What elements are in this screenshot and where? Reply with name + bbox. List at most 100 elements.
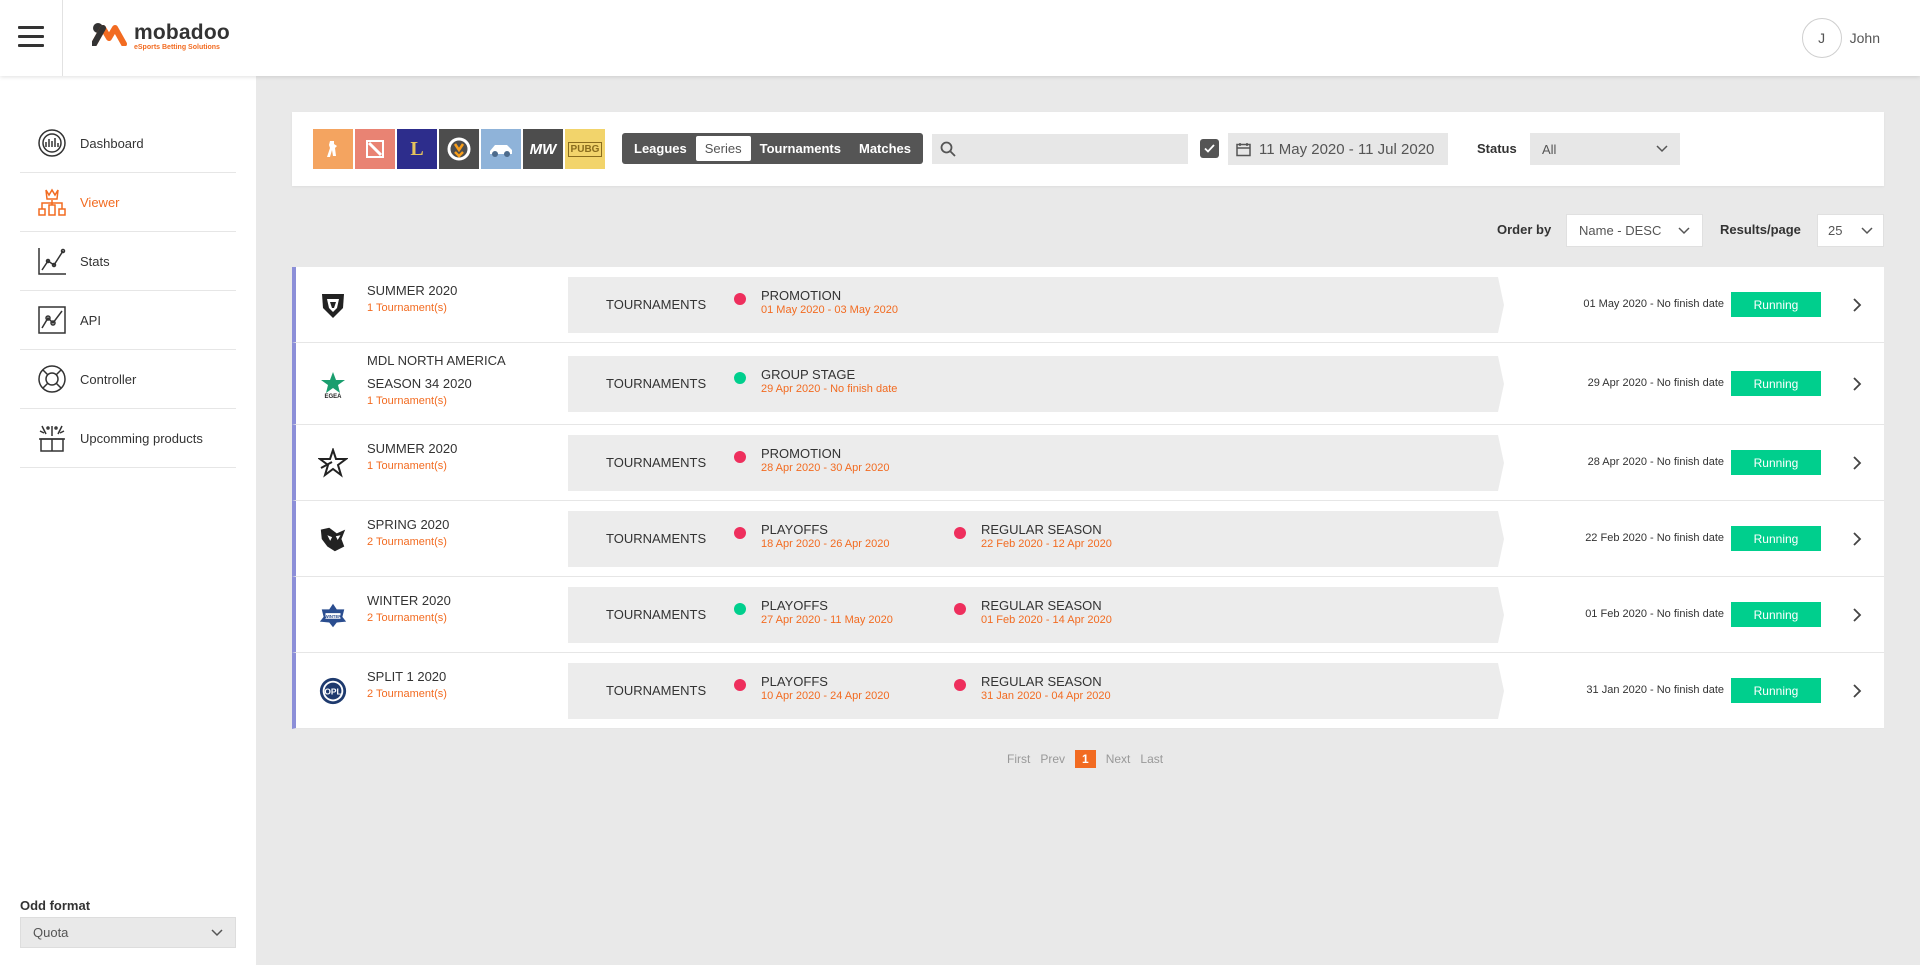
status-badge[interactable]: Running [1731,526,1821,551]
phase-item[interactable]: GROUP STAGE 29 Apr 2020 - No finish date [734,366,897,395]
phase-name: PLAYOFFS [761,522,828,537]
results-per-page-select[interactable]: 25 [1817,214,1884,247]
user-menu[interactable]: J John [1801,18,1880,58]
phase-item[interactable]: REGULAR SEASON 01 Feb 2020 - 14 Apr 2020 [954,597,1112,626]
tab-matches[interactable]: Matches [850,136,920,161]
pubg-icon: PUBG [567,141,603,157]
status-badge[interactable]: Running [1731,450,1821,475]
chevron-right-icon[interactable] [1850,456,1864,470]
chevron-right-icon[interactable] [1850,532,1864,546]
status-badge[interactable]: Running [1731,602,1821,627]
status-select[interactable]: All [1530,133,1680,165]
search-box [932,134,1188,164]
status-badge[interactable]: Running [1731,371,1821,396]
phase-item[interactable]: PLAYOFFS 18 Apr 2020 - 26 Apr 2020 [734,521,889,550]
tab-leagues[interactable]: Leagues [625,136,696,161]
phase-item[interactable]: REGULAR SEASON 22 Feb 2020 - 12 Apr 2020 [954,521,1112,550]
series-title: SUMMER 2020 1 Tournament(s) [367,279,527,314]
chevron-right-icon[interactable] [1850,608,1864,622]
pagination-prev[interactable]: Prev [1040,752,1065,766]
status-dot-icon [734,372,746,384]
chevron-down-icon [1678,226,1690,234]
tab-series[interactable]: Series [695,136,751,161]
chevron-right-icon[interactable] [1850,684,1864,698]
overwatch-icon [447,137,471,161]
tournament-count: 1 Tournament(s) [367,460,447,472]
date-filter-checkbox[interactable] [1200,139,1219,158]
status-badge[interactable]: Running [1731,678,1821,703]
series-date-range: 29 Apr 2020 - No finish date [1587,377,1724,389]
status-dot-icon [954,527,966,539]
brand-tagline: eSports Betting Solutions [134,44,220,51]
top-bar: mobadoo eSports Betting Solutions J John [0,0,1920,76]
odd-format-select[interactable]: Quota [20,917,236,948]
pagination-first[interactable]: First [1007,752,1030,766]
sidebar: Dashboard Viewer Stats API Controller Up… [0,76,256,965]
chevron-down-icon [211,928,223,936]
game-dota-2[interactable] [355,129,395,169]
table-row[interactable]: SPRING 2020 2 Tournament(s) TOURNAMENTS … [292,501,1884,577]
user-name[interactable]: John [1850,30,1880,46]
phase-item[interactable]: PLAYOFFS 27 Apr 2020 - 11 May 2020 [734,597,893,626]
pagination-current-page[interactable]: 1 [1075,750,1096,768]
pagination-next[interactable]: Next [1106,752,1131,766]
series-title: SPLIT 1 2020 2 Tournament(s) [367,665,527,700]
stats-icon [38,248,66,275]
menu-icon[interactable] [18,26,44,48]
pagination-last[interactable]: Last [1140,752,1163,766]
game-league-of-legends[interactable]: L [397,129,437,169]
search-input[interactable] [964,141,1184,157]
table-row[interactable]: SUMMER 2020 1 Tournament(s) TOURNAMENTS … [292,267,1884,343]
sidebar-item-stats[interactable]: Stats [20,232,236,291]
avatar[interactable]: J [1801,18,1842,58]
logo-mark-icon [92,23,127,46]
date-range-picker[interactable]: 11 May 2020 - 11 Jul 2020 [1228,133,1448,165]
status-badge[interactable]: Running [1731,292,1821,317]
sidebar-item-controller[interactable]: Controller [20,350,236,409]
sidebar-item-label: Upcomming products [80,430,203,446]
phase-item[interactable]: REGULAR SEASON 31 Jan 2020 - 04 Apr 2020 [954,673,1111,702]
chevron-right-icon[interactable] [1850,377,1864,391]
table-row[interactable]: OPL SPLIT 1 2020 2 Tournament(s) TOURNAM… [292,653,1884,729]
tab-tournaments[interactable]: Tournaments [751,136,850,161]
game-call-of-duty-mw[interactable]: MW [523,129,563,169]
sidebar-item-label: API [80,312,101,328]
table-row[interactable]: WINTER WINTER 2020 2 Tournament(s) TOURN… [292,577,1884,653]
phase-item[interactable]: PROMOTION 28 Apr 2020 - 30 Apr 2020 [734,445,889,474]
sidebar-item-dashboard[interactable]: Dashboard [20,114,236,173]
sidebar-item-api[interactable]: API [20,291,236,350]
odd-format: Odd format Quota [20,898,236,948]
chevron-right-icon[interactable] [1850,298,1864,312]
status-dot-icon [734,527,746,539]
game-overwatch[interactable] [439,129,479,169]
series-list: SUMMER 2020 1 Tournament(s) TOURNAMENTS … [292,267,1884,729]
series-title: WINTER 2020 2 Tournament(s) [367,589,527,624]
phase-item[interactable]: PLAYOFFS 10 Apr 2020 - 24 Apr 2020 [734,673,889,702]
series-name: SPRING 2020 [367,517,450,532]
status-dot-icon [734,603,746,615]
mw-icon: MW [529,140,557,158]
phase-item[interactable]: PROMOTION 01 May 2020 - 03 May 2020 [734,287,898,316]
game-rocket-league[interactable] [481,129,521,169]
series-name: WINTER 2020 [367,593,451,608]
band-label: TOURNAMENTS [606,376,707,391]
odd-format-value: Quota [33,925,69,940]
series-title: MDL NORTH AMERICA SEASON 34 2020 1 Tourn… [367,349,527,407]
team-logo-icon: EGEA [318,369,348,399]
order-by-select[interactable]: Name - DESC [1566,214,1703,247]
view-type-tabs: Leagues Series Tournaments Matches [622,133,924,164]
table-row[interactable]: SUMMER 2020 1 Tournament(s) TOURNAMENTS … [292,425,1884,501]
search-icon [940,141,956,157]
brand-logo[interactable]: mobadoo eSports Betting Solutions [92,22,230,52]
phase-dates: 27 Apr 2020 - 11 May 2020 [761,614,893,626]
phase-name: PLAYOFFS [761,674,828,689]
phase-name: GROUP STAGE [761,367,856,382]
series-title: SPRING 2020 2 Tournament(s) [367,513,527,548]
table-row[interactable]: EGEA MDL NORTH AMERICA SEASON 34 2020 1 … [292,343,1884,425]
sidebar-item-upcomming-products[interactable]: Upcomming products [20,409,236,468]
game-pubg[interactable]: PUBG [565,129,605,169]
game-cs-go[interactable] [313,129,353,169]
series-date-range: 22 Feb 2020 - No finish date [1585,532,1724,544]
phase-name: PROMOTION [761,446,842,461]
sidebar-item-viewer[interactable]: Viewer [20,173,236,232]
